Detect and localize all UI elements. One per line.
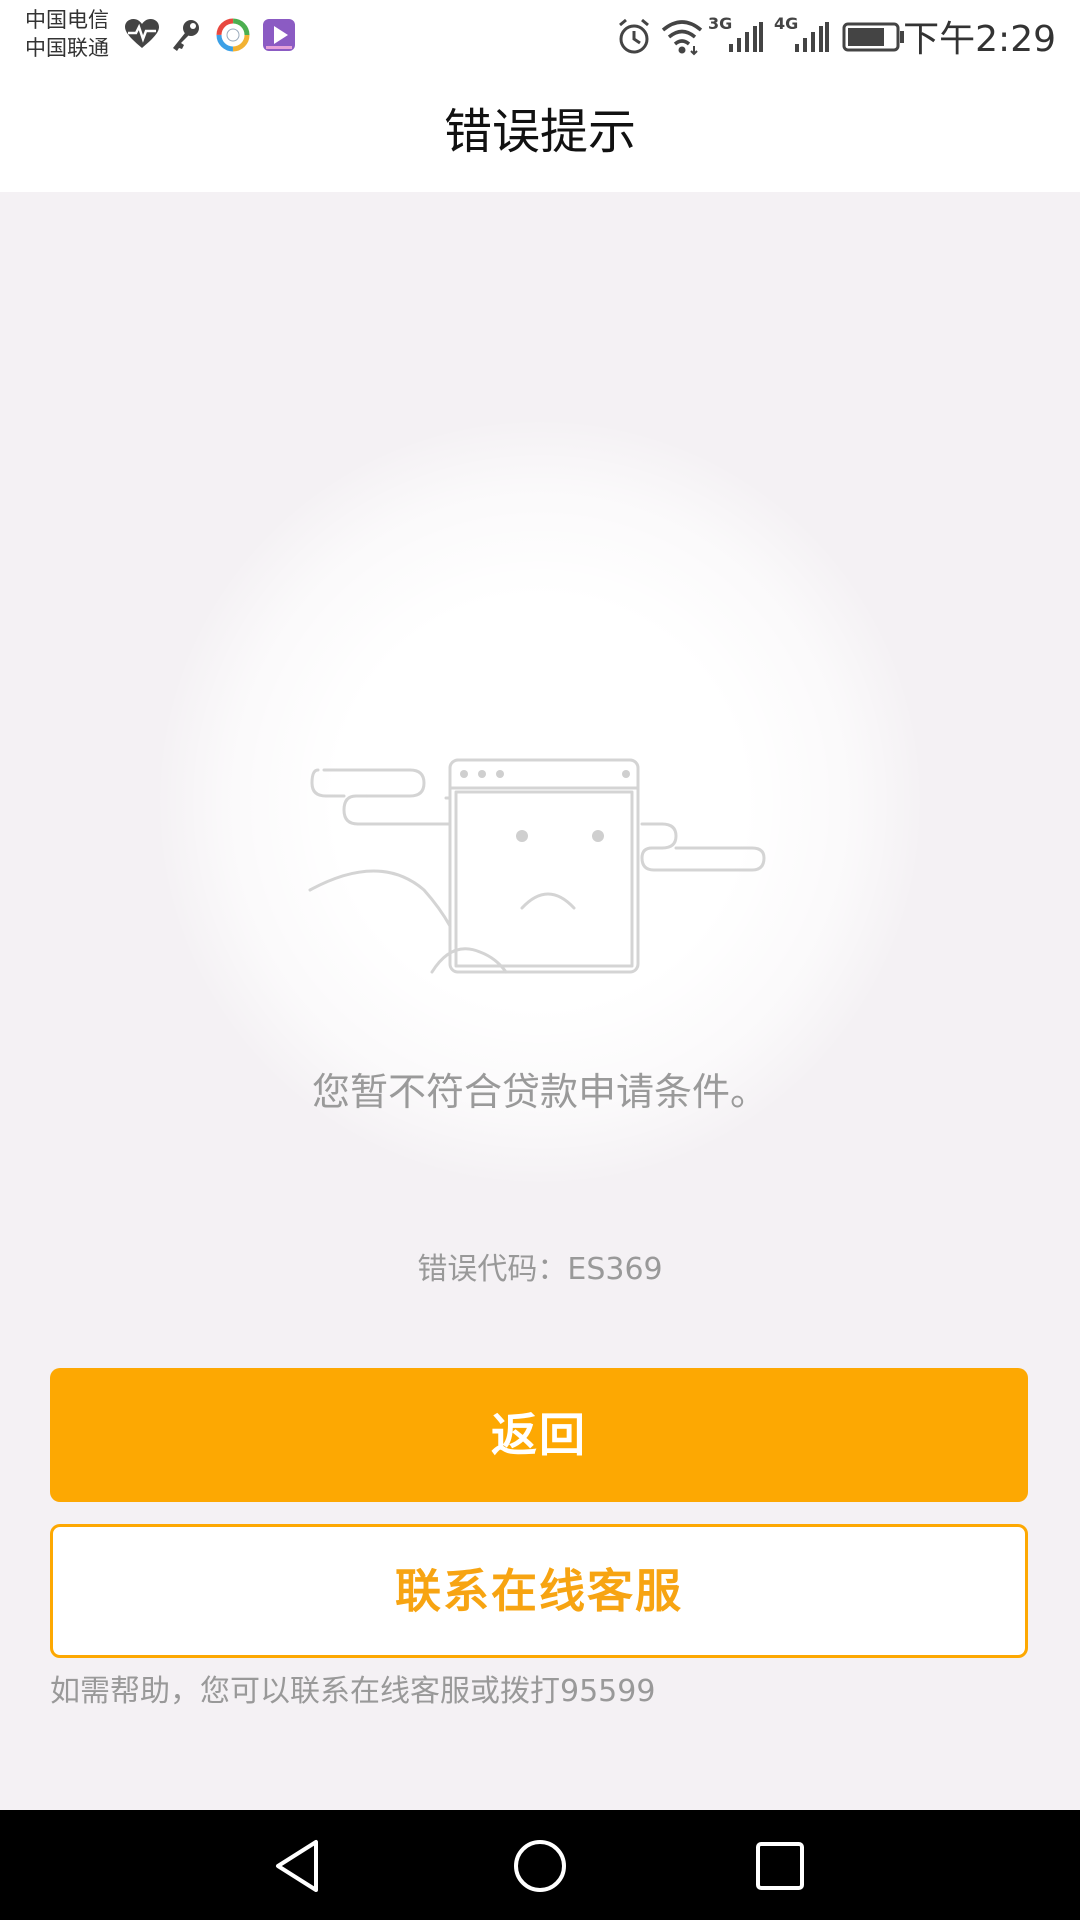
contact-support-button[interactable]: 联系在线客服 (50, 1524, 1028, 1658)
error-message: 您暂不符合贷款申请条件。 (311, 1070, 768, 1114)
video-app-icon (263, 19, 295, 51)
home-circle-icon[interactable] (508, 1834, 572, 1898)
back-button[interactable]: 返回 (50, 1368, 1028, 1502)
key-icon (173, 20, 199, 51)
status-bar: 中国电信 中国联通 3G 4G 下午2:29 (0, 0, 1080, 78)
carrier-1: 中国电信 (25, 8, 109, 32)
carrier-2: 中国联通 (25, 36, 109, 60)
title-bar: 错误提示 (0, 78, 1080, 192)
back-triangle-icon[interactable] (268, 1834, 332, 1898)
wifi-icon (661, 20, 703, 56)
sad-browser-window-icon (308, 758, 766, 974)
alarm-icon (619, 18, 649, 54)
help-text: 如需帮助，您可以联系在线客服或拨打95599 (50, 1674, 656, 1709)
error-code: 错误代码：ES369 (417, 1252, 663, 1287)
clock: 下午2:29 (903, 19, 1056, 60)
colorful-app-icon (216, 18, 250, 52)
navigation-bar (0, 1810, 1080, 1920)
recent-square-icon[interactable] (748, 1834, 812, 1898)
signal-3g-icon (729, 22, 763, 52)
page-title: 错误提示 (443, 104, 636, 160)
carrier-labels: 中国电信 中国联通 (25, 6, 109, 62)
signal-4g-icon (795, 22, 829, 52)
heart-pulse-icon (125, 19, 159, 48)
battery-icon (842, 22, 904, 52)
